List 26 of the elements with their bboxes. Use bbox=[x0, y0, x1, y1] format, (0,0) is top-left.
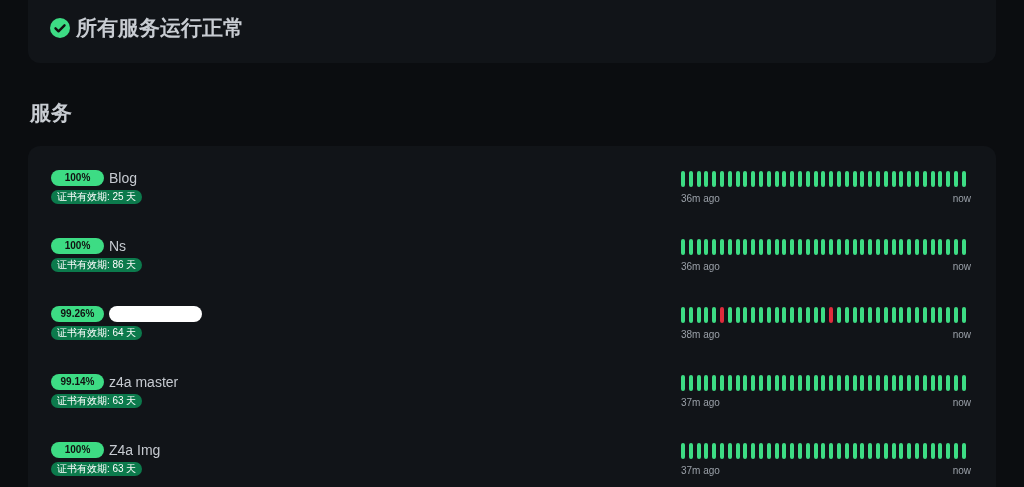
end-time: now bbox=[952, 329, 971, 340]
uptime-badge: 100% bbox=[51, 238, 104, 254]
end-time: now bbox=[952, 465, 971, 476]
certificate-badge: 证书有效期: 63 天 bbox=[51, 394, 143, 408]
start-time: 37m ago bbox=[681, 397, 720, 408]
start-time: 36m ago bbox=[681, 193, 720, 204]
service-name: Z4a Img bbox=[109, 442, 161, 458]
service-name: Blog bbox=[109, 170, 138, 186]
uptime-badge: 100% bbox=[51, 170, 104, 186]
service-name: z4a master bbox=[109, 374, 179, 390]
status-message: 所有服务运行正常 bbox=[76, 14, 244, 41]
uptime-badge: 99.14% bbox=[51, 374, 104, 390]
end-time: now bbox=[952, 261, 971, 272]
uptime-badge: 99.26% bbox=[51, 306, 104, 322]
certificate-badge: 证书有效期: 63 天 bbox=[51, 462, 143, 476]
service-name: Ns bbox=[109, 238, 127, 254]
start-time: 37m ago bbox=[681, 465, 720, 476]
uptime-badge: 100% bbox=[51, 442, 104, 458]
start-time: 38m ago bbox=[681, 329, 720, 340]
end-time: now bbox=[952, 397, 971, 408]
section-heading: 服务 bbox=[28, 100, 73, 126]
start-time: 36m ago bbox=[681, 261, 720, 272]
certificate-badge: 证书有效期: 25 天 bbox=[51, 190, 143, 204]
certificate-badge: 证书有效期: 86 天 bbox=[51, 258, 143, 272]
end-time: now bbox=[952, 193, 971, 204]
certificate-badge: 证书有效期: 64 天 bbox=[51, 326, 143, 340]
